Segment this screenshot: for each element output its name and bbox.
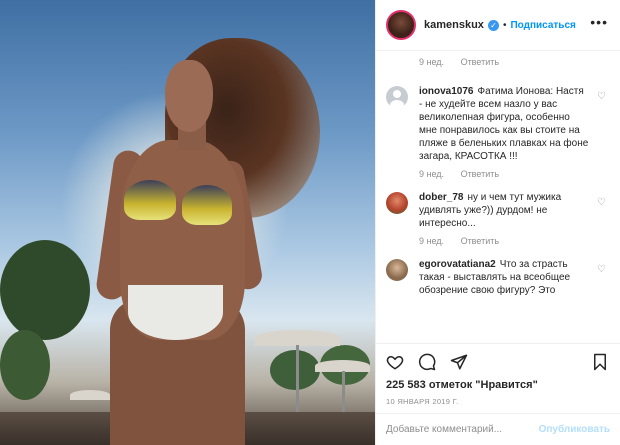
caption-meta: 9 нед. Ответить	[386, 51, 610, 75]
beach-umbrella	[70, 390, 110, 400]
comment-username[interactable]: egorovatatiana2	[419, 259, 496, 270]
separator-dot: •	[502, 19, 507, 31]
verified-badge-icon: ✓	[487, 19, 499, 31]
publish-button[interactable]: Опубликовать	[539, 424, 610, 435]
post-side-panel: kamenskux ✓ • Подписаться ••• 9 нед. Отв…	[375, 0, 620, 445]
bikini-top-right	[182, 185, 232, 225]
author-username[interactable]: kamenskux	[424, 19, 484, 31]
reply-button[interactable]: Ответить	[461, 169, 499, 179]
list-item: egorovatatiana2 Что за страсть такая - вы…	[386, 258, 610, 297]
comment-body: ionova1076 Фатима Ионова: Настя - не худе…	[419, 85, 589, 181]
face	[165, 60, 213, 132]
instagram-post-frame: kamenskux ✓ • Подписаться ••• 9 нед. Отв…	[0, 0, 620, 445]
avatar[interactable]	[386, 259, 408, 281]
like-heart-icon[interactable]	[386, 353, 404, 371]
comment-time: 9 нед.	[419, 169, 445, 179]
reply-button[interactable]: Ответить	[461, 236, 499, 246]
comment-meta: 9 нед. Ответить	[419, 168, 589, 181]
list-item: dober_78 ну и чем тут мужика удивлять уже…	[386, 191, 610, 248]
palm-tree	[0, 240, 90, 340]
comment-username[interactable]: ionova1076	[419, 86, 473, 97]
comment-input[interactable]: Добавьте комментарий...	[386, 424, 502, 435]
post-actions	[376, 343, 620, 379]
bikini-bottom	[128, 285, 223, 340]
likes-count[interactable]: 225 583 отметок "Нравится"	[376, 379, 620, 397]
comment-body: dober_78 ну и чем тут мужика удивлять уже…	[419, 191, 589, 248]
like-heart-icon[interactable]: ♡	[597, 197, 606, 208]
comment-body: egorovatatiana2 Что за страсть такая - вы…	[419, 258, 589, 297]
avatar[interactable]	[386, 192, 408, 214]
more-horizontal-icon[interactable]: •••	[590, 14, 608, 30]
palm-tree	[0, 330, 50, 400]
share-send-icon[interactable]	[450, 353, 468, 371]
palm-tree	[270, 350, 320, 390]
follow-button[interactable]: Подписаться	[510, 20, 575, 31]
post-header: kamenskux ✓ • Подписаться •••	[376, 0, 620, 51]
caption-time: 9 нед.	[419, 57, 445, 67]
list-item: ionova1076 Фатима Ионова: Настя - не худе…	[386, 85, 610, 181]
comment-bubble-icon[interactable]	[418, 353, 436, 371]
reply-button[interactable]: Ответить	[461, 57, 499, 67]
avatar[interactable]	[386, 86, 408, 110]
like-heart-icon[interactable]: ♡	[597, 264, 606, 275]
bookmark-icon[interactable]	[592, 353, 608, 374]
like-heart-icon[interactable]: ♡	[597, 91, 606, 102]
avatar[interactable]	[386, 10, 416, 40]
bikini-top-left	[124, 180, 176, 220]
add-comment-bar: Добавьте комментарий... Опубликовать	[376, 413, 620, 445]
comment-meta: 9 нед. Ответить	[419, 235, 589, 248]
comment-time: 9 нед.	[419, 236, 445, 246]
comment-text: Фатима Ионова: Настя - не худейте всем н…	[419, 86, 589, 162]
beach-umbrella	[255, 330, 340, 346]
comments-list[interactable]: 9 нед. Ответить ionova1076 Фатима Ионова:…	[376, 51, 620, 343]
post-date: 10 ЯНВАРЯ 2019 Г.	[386, 397, 459, 406]
post-photo[interactable]	[0, 0, 375, 445]
comment-username[interactable]: dober_78	[419, 192, 463, 203]
